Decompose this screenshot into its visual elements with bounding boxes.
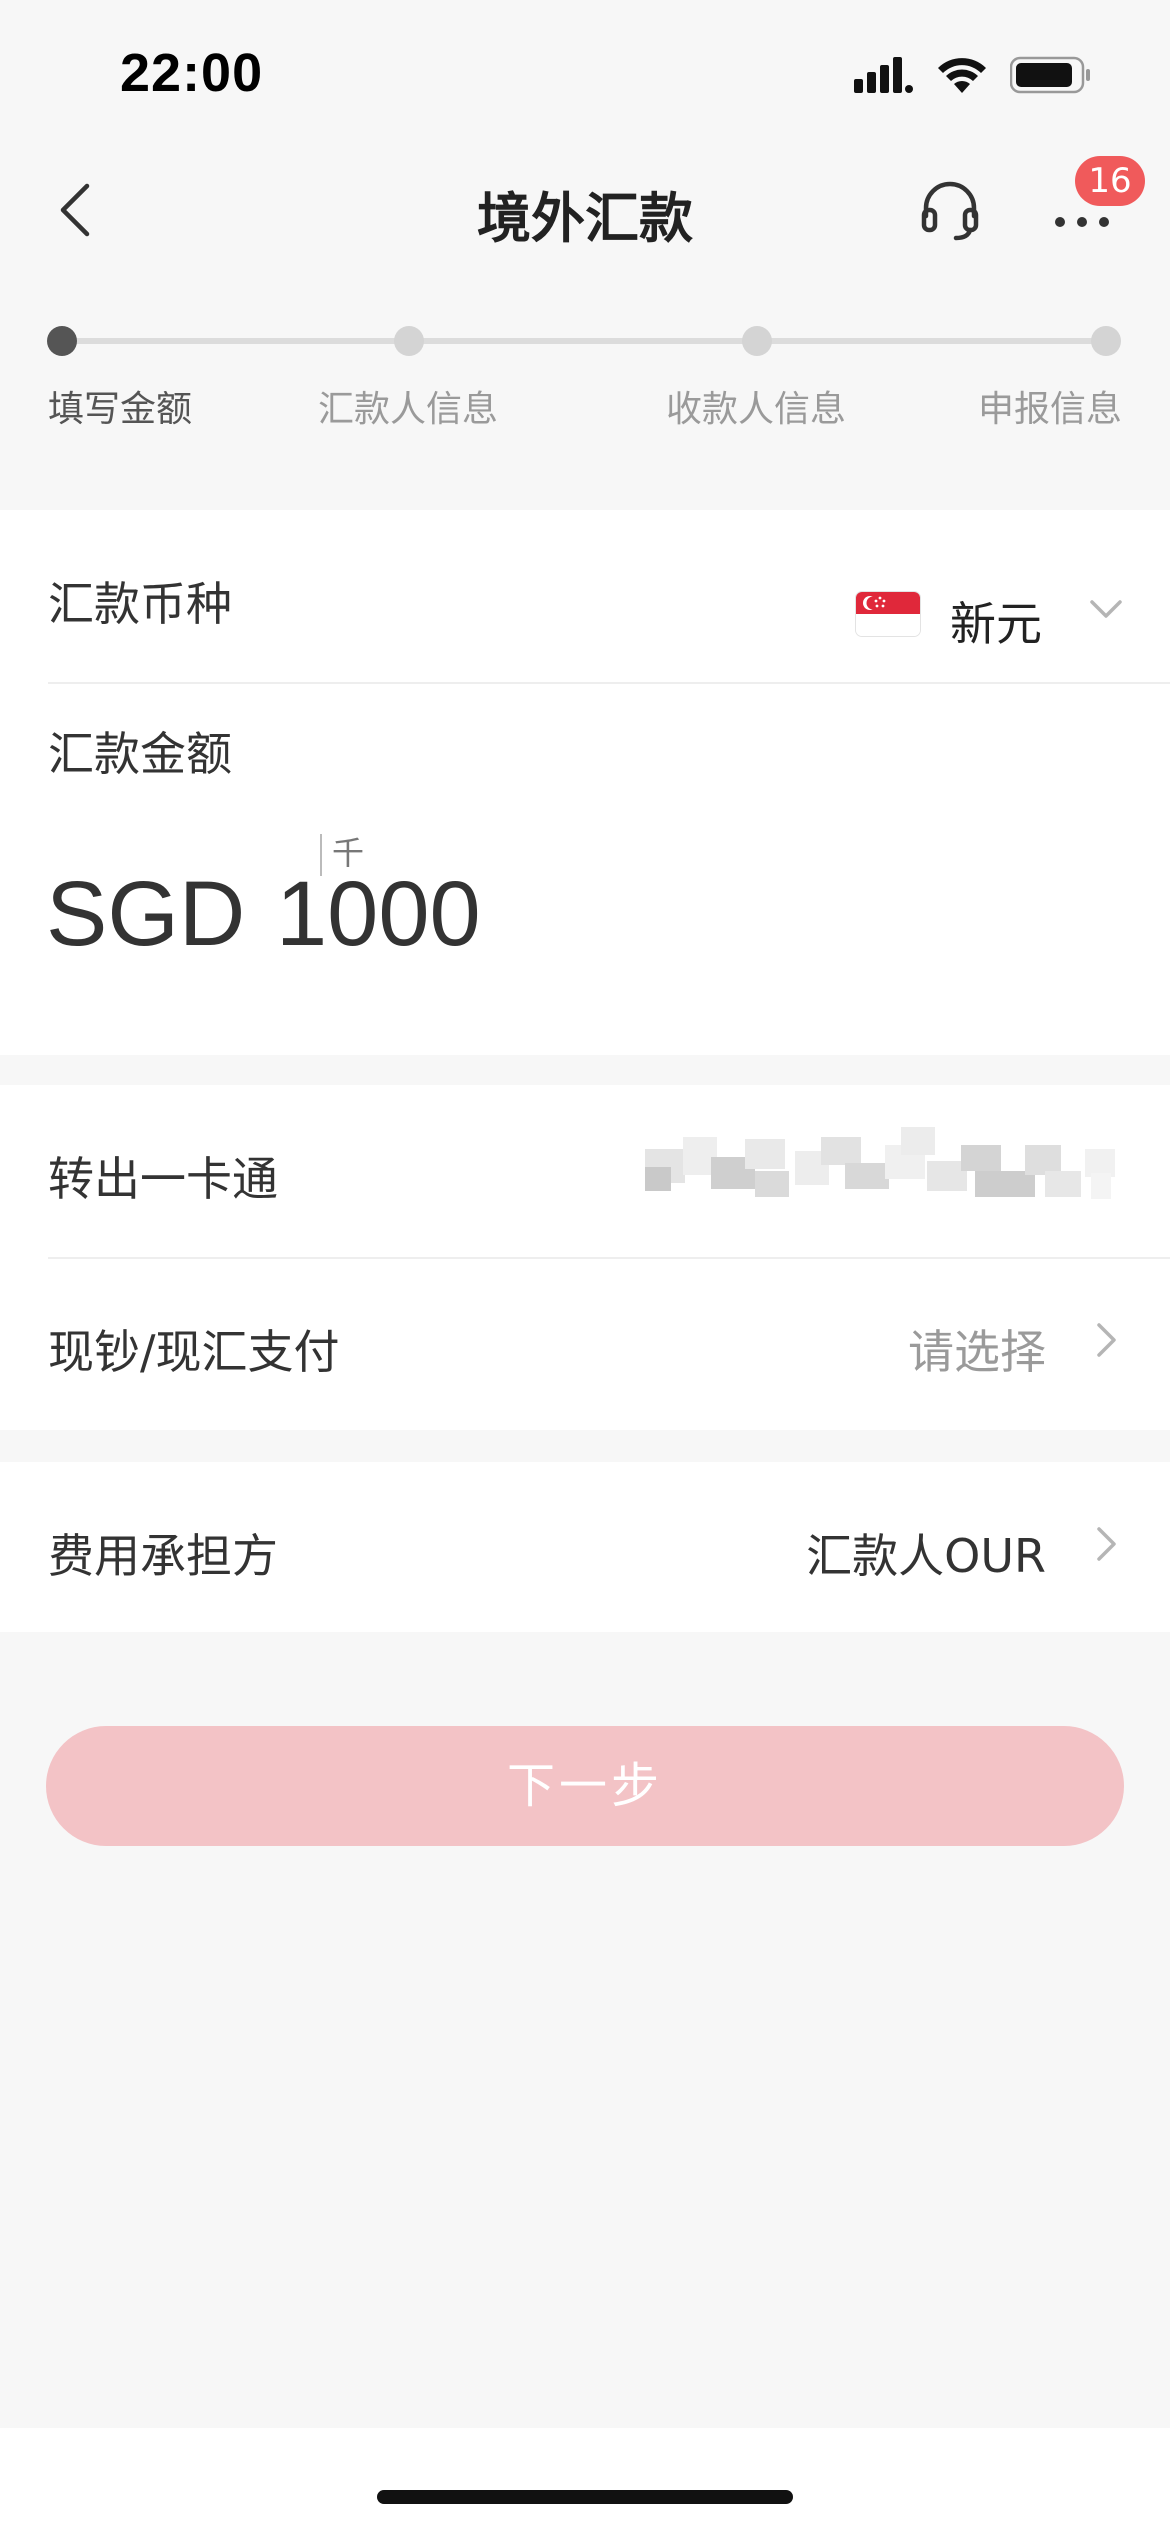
account-row[interactable]: 转出一卡通 <box>0 1085 1170 1257</box>
step-1-label: 填写金额 <box>48 389 193 430</box>
fee-bearer-value: 汇款人OUR <box>806 1529 1046 1583</box>
status-bar: 22:00 <box>0 0 1170 150</box>
status-icons <box>854 55 1092 95</box>
step-2-label: 汇款人信息 <box>318 389 499 430</box>
fee-bearer-label: 费用承担方 <box>48 1529 278 1583</box>
notification-badge: 16 <box>1075 156 1145 206</box>
customer-service-button[interactable] <box>918 178 982 242</box>
nav-header: 境外汇款 16 <box>0 150 1170 270</box>
payment-type-label: 现钞/现汇支付 <box>48 1325 340 1379</box>
progress-stepper: 填写金额 汇款人信息 收款人信息 申报信息 <box>0 300 1170 460</box>
step-4-label: 申报信息 <box>978 389 1123 430</box>
chevron-right-icon <box>1097 1527 1116 1561</box>
amount-card: 汇款币种 新元 汇款金额 千 SGD 1000 <box>0 510 1170 1055</box>
step-2-dot <box>394 326 424 356</box>
stepper-line <box>62 338 1106 344</box>
divider <box>48 682 1170 684</box>
currency-label: 汇款币种 <box>48 577 232 631</box>
home-indicator[interactable] <box>377 2490 793 2504</box>
fee-bearer-row[interactable]: 费用承担方 汇款人OUR <box>0 1462 1170 1632</box>
fee-card: 费用承担方 汇款人OUR <box>0 1462 1170 1632</box>
account-card: 转出一卡通 现钞/现汇支付 请选择 <box>0 1085 1170 1430</box>
amount-input[interactable]: 1000 <box>276 862 481 967</box>
payment-type-placeholder: 请选择 <box>908 1325 1046 1379</box>
status-time: 22:00 <box>120 43 264 103</box>
battery-icon <box>1010 56 1090 94</box>
bottom-safe-area <box>0 2428 1170 2532</box>
cellular-signal-icon <box>854 57 913 93</box>
step-3-label: 收款人信息 <box>666 389 847 430</box>
chevron-right-icon <box>1097 1323 1116 1357</box>
page-title: 境外汇款 <box>477 187 693 250</box>
chevron-down-icon <box>1090 600 1122 618</box>
payment-type-row[interactable]: 现钞/现汇支付 请选择 <box>0 1258 1170 1430</box>
currency-value: 新元 <box>950 597 1042 651</box>
wifi-icon <box>938 58 986 93</box>
currency-row[interactable]: 汇款币种 新元 <box>0 510 1170 682</box>
amount-currency-code: SGD <box>46 863 246 965</box>
account-label: 转出一卡通 <box>48 1152 278 1206</box>
next-step-button[interactable]: 下一步 <box>46 1726 1124 1846</box>
step-4-dot <box>1091 326 1121 356</box>
step-1-dot <box>47 326 77 356</box>
step-3-dot <box>742 326 772 356</box>
headset-icon <box>921 181 979 241</box>
singapore-flag-icon <box>856 592 920 636</box>
masked-account-number <box>645 1127 1115 1199</box>
amount-label: 汇款金额 <box>48 727 232 781</box>
